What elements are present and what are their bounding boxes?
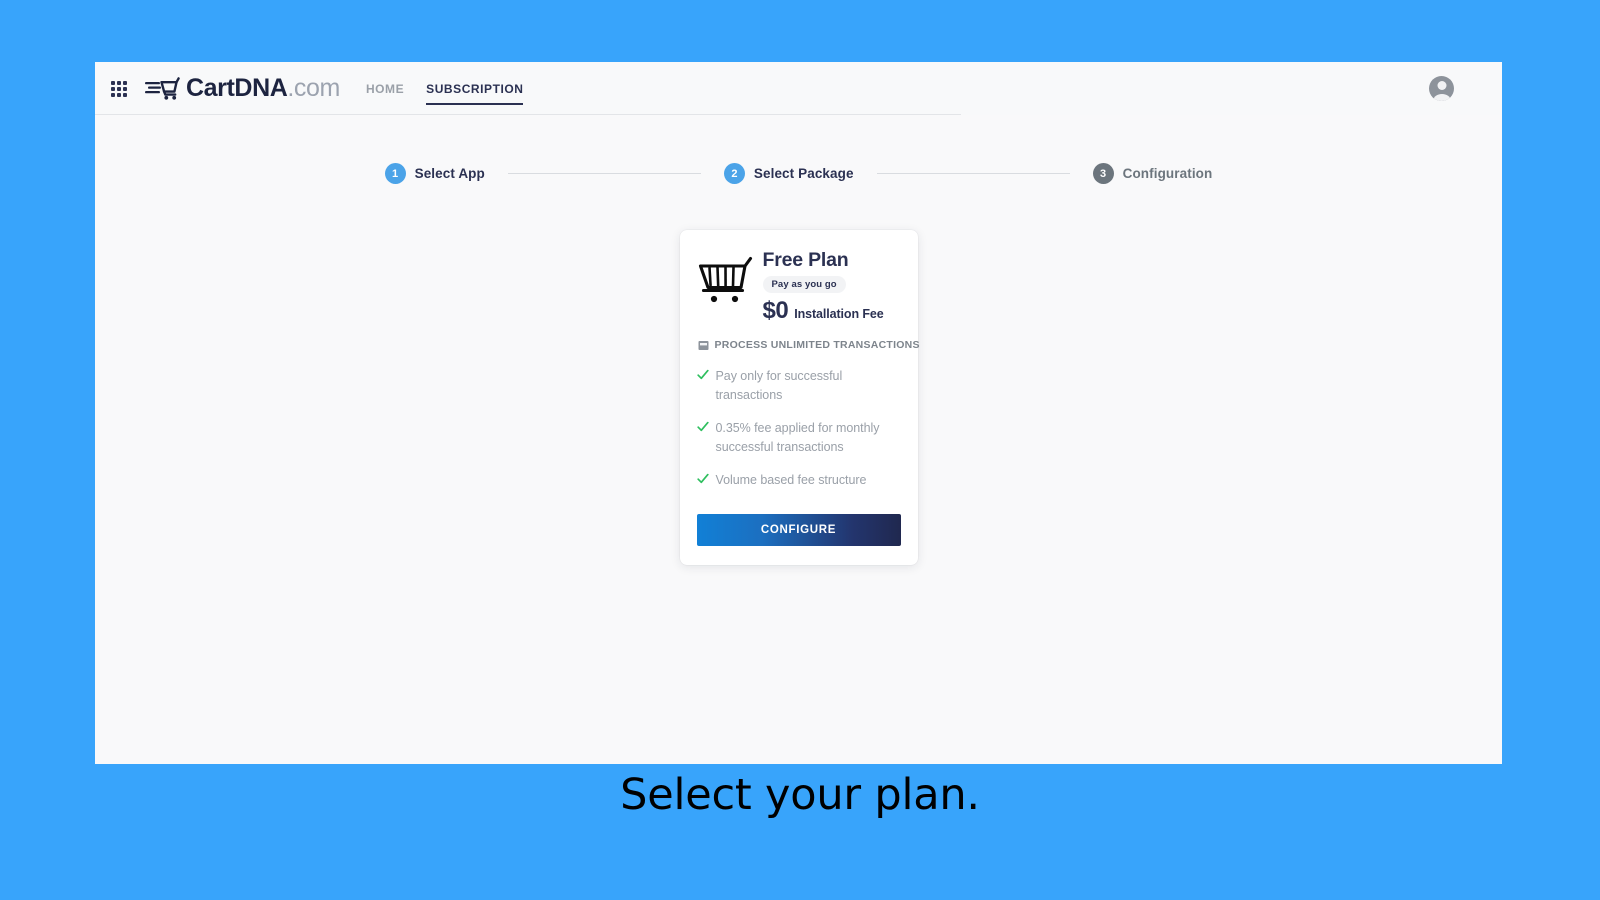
cart-logo-icon <box>145 76 180 100</box>
plan-price-label: Installation Fee <box>794 307 884 322</box>
plan-card-area: Free Plan Pay as you go $0 Installation … <box>95 230 1502 566</box>
plan-feature-item: Volume based fee structure <box>696 471 901 490</box>
step-select-package[interactable]: 2 Select Package <box>723 163 854 184</box>
step-configuration[interactable]: 3 Configuration <box>1092 163 1213 184</box>
plan-subhead-text: PROCESS UNLIMITED TRANSACTIONS <box>714 339 920 352</box>
user-avatar-icon[interactable] <box>1429 76 1454 101</box>
plan-feature-text: Pay only for successful transactions <box>715 369 843 403</box>
plan-price: $0 <box>762 297 789 325</box>
step-3-label: Configuration <box>1122 166 1213 181</box>
check-icon <box>696 370 709 380</box>
main-nav: HOME SUBSCRIPTION <box>366 62 524 115</box>
plan-card-header: Free Plan Pay as you go $0 Installation … <box>697 247 901 323</box>
plan-head: Free Plan Pay as you go $0 Installation … <box>762 247 901 323</box>
plan-feature-text: Volume based fee structure <box>715 473 867 488</box>
progress-stepper: 1 Select App 2 Select Package 3 Configur… <box>95 163 1502 184</box>
nav-item-subscription[interactable]: SUBSCRIPTION <box>426 62 524 115</box>
step-2-label: Select Package <box>753 166 854 181</box>
check-icon <box>696 474 709 484</box>
plan-title: Free Plan <box>762 249 849 271</box>
plan-card-free[interactable]: Free Plan Pay as you go $0 Installation … <box>679 230 920 566</box>
check-icon <box>696 422 709 432</box>
step-connector-2 <box>876 173 1070 174</box>
transactions-icon <box>698 340 708 350</box>
apps-grid-icon[interactable] <box>108 78 130 100</box>
brand-name-text: CartDNA <box>186 74 288 102</box>
header-divider <box>95 114 961 115</box>
plan-feature-item: Pay only for successful transactions <box>696 367 901 405</box>
step-select-app[interactable]: 1 Select App <box>384 163 485 184</box>
nav-item-home[interactable]: HOME <box>366 62 404 115</box>
step-3-number: 3 <box>1092 163 1114 184</box>
browser-app-panel: CartDNA.com HOME SUBSCRIPTION 1 Select A… <box>95 62 1502 764</box>
configure-button[interactable]: CONFIGURE <box>696 514 901 547</box>
plan-feature-list: Pay only for successful transactions 0.3… <box>696 367 901 490</box>
brand-logo[interactable]: CartDNA.com <box>145 76 340 102</box>
step-1-label: Select App <box>414 166 485 181</box>
app-header: CartDNA.com HOME SUBSCRIPTION <box>95 62 1502 115</box>
shopping-cart-icon <box>698 256 752 303</box>
brand-name: CartDNA.com <box>186 76 340 101</box>
caption-text: Select your plan. <box>620 770 980 820</box>
step-2-number: 2 <box>723 163 745 184</box>
step-1-number: 1 <box>384 163 406 184</box>
plan-subhead: PROCESS UNLIMITED TRANSACTIONS <box>697 339 920 351</box>
plan-price-row: $0 Installation Fee <box>763 299 901 323</box>
brand-tld-text: .com <box>287 74 340 102</box>
plan-feature-item: 0.35% fee applied for monthly successful… <box>696 419 901 457</box>
plan-feature-text: 0.35% fee applied for monthly successful… <box>715 421 880 455</box>
plan-badge: Pay as you go <box>762 276 846 294</box>
step-connector-1 <box>507 173 701 174</box>
